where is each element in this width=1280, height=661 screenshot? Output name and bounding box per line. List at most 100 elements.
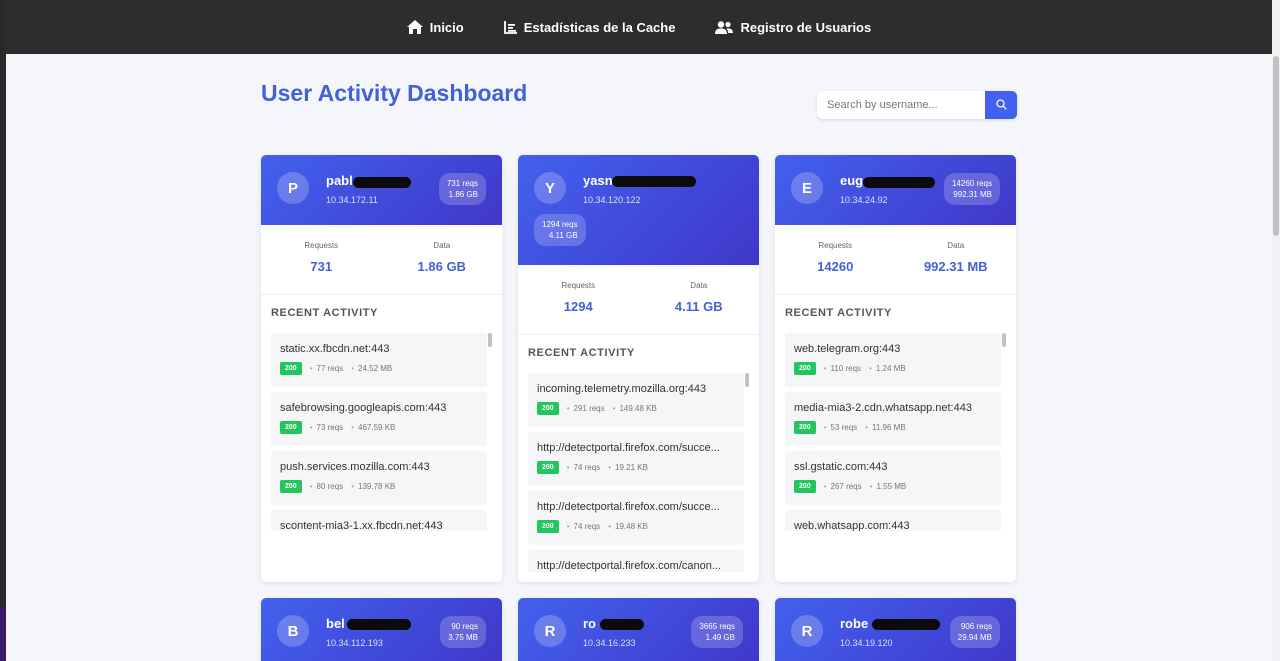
list-item[interactable]: http://detectportal.firefox.com/succe...… [528,432,744,486]
ip-address: 10.34.24.92 [840,195,888,205]
dot: • [823,364,827,373]
nav-cache-label: Estadísticas de la Cache [523,19,676,35]
nav-user-log[interactable]: Registro de Usuarios [715,20,871,35]
domain: static.xx.fbcdn.net:443 [280,343,390,355]
domain: scontent-mia3-1.xx.fbcdn.net:443 [280,520,443,531]
recent-activity-heading: RECENT ACTIVITY [785,307,892,319]
list-item[interactable]: safebrowsing.googleapis.com:443 200 • 73… [271,392,487,446]
stat-requests: Requests 1294 [518,265,639,334]
list-scrollbar[interactable] [745,373,749,387]
avatar: P [277,172,309,204]
page-scrollbar-thumb[interactable] [1273,56,1279,236]
list-item[interactable]: web.whatsapp.com:443 [785,510,1001,531]
user-card[interactable]: R robe 10.34.19.120 906 reqs 29.94 MB [775,598,1016,661]
req-count: 291 reqs [573,404,605,413]
badge-requests: 906 reqs [960,622,992,631]
list-item[interactable]: media-mia3-2.cdn.whatsapp.net:443 200 • … [785,392,1001,446]
redaction-mark [872,619,940,630]
stat-data: Data 992.31 MB [896,225,1017,294]
search-button[interactable] [985,91,1017,119]
item-meta: 200 • 80 reqs • 139.78 KB [280,480,487,493]
dot: • [608,522,611,531]
usage-badge: 1294 reqs 4.11 GB [534,214,586,246]
list-item[interactable]: static.xx.fbcdn.net:443 200 • 77 reqs • … [271,333,487,387]
user-card-header: R ro 10.34.16.233 3665 reqs 1.49 GB [518,598,759,661]
user-card[interactable]: R ro 10.34.16.233 3665 reqs 1.49 GB [518,598,759,661]
badge-requests: 731 reqs [446,179,478,188]
list-item[interactable]: incoming.telemetry.mozilla.org:443 200 •… [528,373,744,427]
usage-badge: 906 reqs 29.94 MB [949,616,1000,648]
domain: web.telegram.org:443 [794,343,901,355]
status-badge: 200 [794,421,816,434]
req-count: 110 reqs [830,364,862,373]
users-icon [715,20,734,34]
username: pabl [326,173,353,188]
page-scrollbar[interactable] [1272,0,1280,661]
badge-requests: 14260 reqs [951,179,992,188]
user-card[interactable]: B bel 10.34.112.193 90 reqs 3.75 MB [261,598,502,661]
list-item[interactable]: http://detectportal.firefox.com/succe...… [528,491,744,545]
domain: push.services.mozilla.com:443 [280,461,430,473]
dot: • [869,364,872,373]
item-meta: 200 • 77 reqs • 24.52 MB [280,362,487,375]
domain: http://detectportal.firefox.com/succe... [537,501,720,513]
list-item[interactable]: push.services.mozilla.com:443 200 • 80 r… [271,451,487,505]
item-meta: 200 • 110 reqs • 1.24 MB [794,362,1001,375]
nav-home-label: Inicio [429,19,464,35]
item-meta: 200 • 73 reqs • 467.59 KB [280,421,487,434]
dot: • [351,482,354,491]
user-card-header: Y yasn 10.34.120.122 1294 reqs 4.11 GB [518,155,759,265]
list-item[interactable]: scontent-mia3-1.xx.fbcdn.net:443 [271,510,487,531]
dashboard-page: User Activity Dashboard P pabl 10.34.172… [6,54,1272,661]
list-scrollbar[interactable] [1002,333,1006,347]
activity-list[interactable]: web.telegram.org:443 200 • 110 reqs • 1.… [785,333,1006,531]
list-item[interactable]: web.telegram.org:443 200 • 110 reqs • 1.… [785,333,1001,387]
stat-label: Data [690,281,708,290]
ip-address: 10.34.112.193 [326,638,383,648]
badge-data: 4.11 GB [548,231,578,240]
dot: • [608,463,611,472]
dot: • [351,364,354,373]
list-item[interactable]: http://detectportal.firefox.com/canon... [528,550,744,572]
badge-data: 29.94 MB [957,633,992,642]
user-card-header: E eug 10.34.24.92 14260 reqs 992.31 MB [775,155,1016,225]
avatar: B [277,615,309,647]
username: robe [840,616,869,631]
stats-row: Requests 1294 Data 4.11 GB [518,265,759,335]
dot: • [566,404,570,413]
status-badge: 200 [280,480,302,493]
redaction-mark [612,176,696,187]
activity-list[interactable]: static.xx.fbcdn.net:443 200 • 77 reqs • … [271,333,492,531]
activity-list[interactable]: incoming.telemetry.mozilla.org:443 200 •… [528,373,749,572]
data-size: 1.55 MB [876,482,907,491]
user-card[interactable]: E eug 10.34.24.92 14260 reqs 992.31 MB R… [775,155,1016,582]
search-input[interactable] [817,91,985,119]
user-card[interactable]: Y yasn 10.34.120.122 1294 reqs 4.11 GB R… [518,155,759,582]
stat-data: Data 4.11 GB [639,265,760,334]
list-item[interactable]: ssl.gstatic.com:443 200 • 267 reqs • 1.5… [785,451,1001,505]
recent-activity-heading: RECENT ACTIVITY [528,347,635,359]
req-count: 77 reqs [316,364,344,373]
search-icon [995,98,1007,113]
domain: safebrowsing.googleapis.com:443 [280,402,447,414]
user-card-header: B bel 10.34.112.193 90 reqs 3.75 MB [261,598,502,661]
page-title: User Activity Dashboard [261,80,528,106]
dot: • [351,423,354,432]
avatar: E [791,172,823,204]
stat-label: Data [433,241,451,250]
data-size: 11.96 MB [872,423,906,432]
user-card[interactable]: P pabl 10.34.172.11 731 reqs 1.86 GB Req… [261,155,502,582]
nav-cache-stats[interactable]: Estadísticas de la Cache [503,19,676,35]
status-badge: 200 [537,461,559,474]
data-size: 19.21 KB [615,463,648,472]
req-count: 80 reqs [316,482,344,491]
list-scrollbar[interactable] [488,333,492,347]
dot: • [612,404,616,413]
badge-requests: 1294 reqs [542,220,578,229]
status-badge: 200 [280,421,302,434]
user-card-header: P pabl 10.34.172.11 731 reqs 1.86 GB [261,155,502,225]
domain: ssl.gstatic.com:443 [794,461,888,473]
nav-home[interactable]: Inicio [406,19,464,35]
domain: http://detectportal.firefox.com/succe... [537,442,720,454]
search-bar [817,91,1017,119]
